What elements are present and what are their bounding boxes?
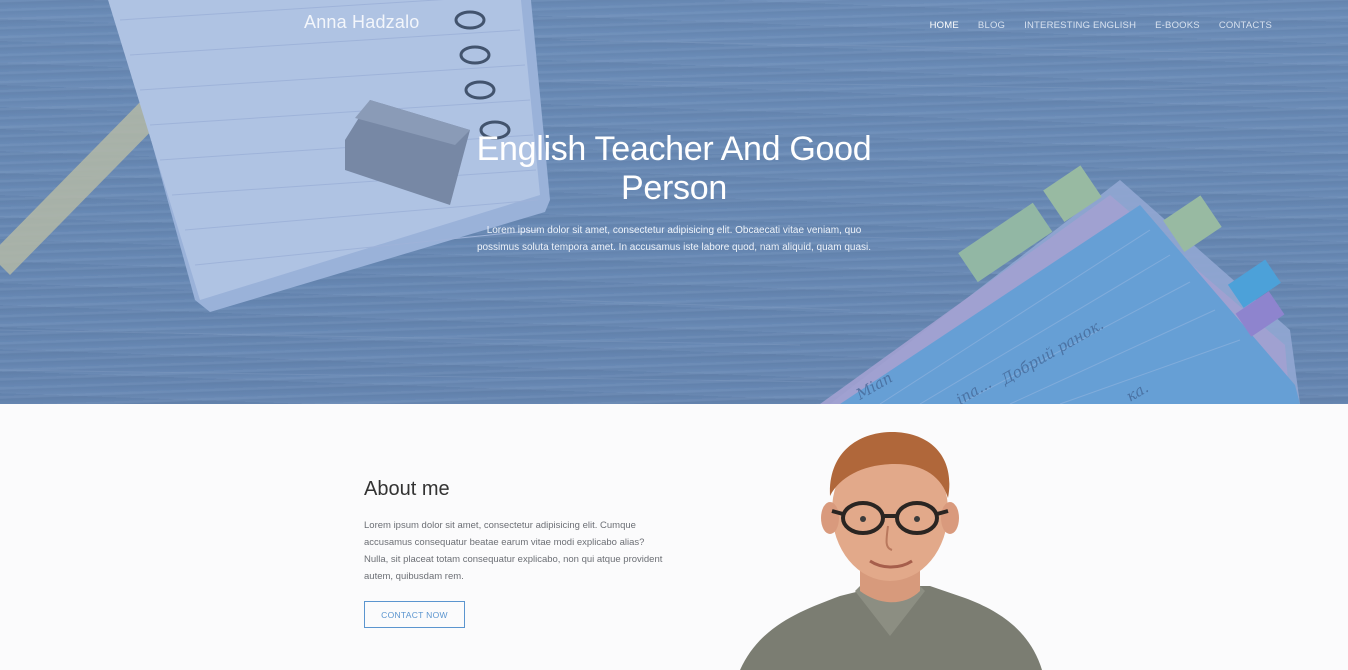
- hero-description: Lorem ipsum dolor sit amet, consectetur …: [476, 225, 872, 253]
- nav-item-home[interactable]: HOME: [930, 20, 959, 31]
- site-logo[interactable]: Anna Hadzalo: [304, 12, 419, 33]
- nav-item-interesting-english[interactable]: INTERESTING ENGLISH: [1024, 20, 1136, 31]
- about-title: About me: [364, 478, 450, 500]
- portrait-photo: [740, 431, 1042, 670]
- contact-now-button[interactable]: CONTACT NOW: [364, 601, 465, 628]
- nav-item-blog[interactable]: BLOG: [978, 20, 1005, 31]
- hero-title: English Teacher And Good Person: [476, 130, 872, 207]
- nav-item-e-books[interactable]: E-BOOKS: [1155, 20, 1200, 31]
- about-text-block: About me Lorem ipsum dolor sit amet, con…: [364, 478, 664, 628]
- main-nav: HOME BLOG INTERESTING ENGLISH E-BOOKS CO…: [930, 20, 1272, 31]
- nav-item-contacts[interactable]: CONTACTS: [1219, 20, 1272, 31]
- about-description: Lorem ipsum dolor sit amet, consectetur …: [364, 520, 663, 582]
- about-section: About me Lorem ipsum dolor sit amet, con…: [0, 404, 1348, 670]
- hero-content: English Teacher And Good Person Lorem ip…: [474, 130, 874, 256]
- hero-section: Добрий ранок. Mian ina... ка. Anna Hadza…: [0, 0, 1348, 404]
